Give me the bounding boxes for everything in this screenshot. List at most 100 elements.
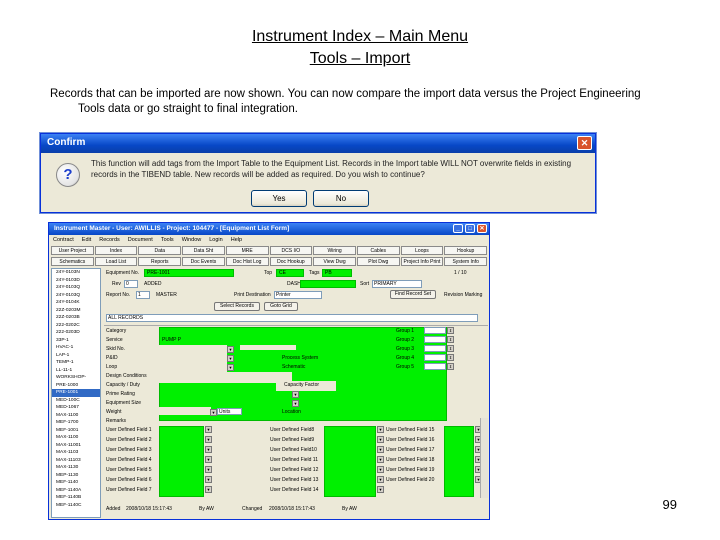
equipment-list-item[interactable]: MEF-1140C — [52, 502, 100, 510]
chevron-down-icon[interactable]: ▼ — [292, 391, 299, 398]
chevron-down-icon[interactable]: ▼ — [377, 466, 384, 473]
revision-marking-label[interactable]: Revision Marking — [444, 292, 482, 298]
equipment-list-item[interactable]: LAP-1 — [52, 352, 100, 360]
equipment-list-item[interactable]: MAX-1100 — [52, 434, 100, 442]
equipment-list-item[interactable]: WORKSHOP- — [52, 374, 100, 382]
chevron-down-icon[interactable]: ▼ — [205, 426, 212, 433]
toolbar-button[interactable]: Index — [94, 246, 138, 255]
equipment-no-field[interactable]: PRE-1001 — [144, 269, 234, 277]
toolbar-button[interactable]: Loops — [400, 246, 444, 255]
find-record-set-button[interactable]: Find Record Set — [390, 290, 436, 299]
spinner-icon[interactable]: ⇕ — [447, 345, 454, 352]
chevron-down-icon[interactable]: ▼ — [377, 456, 384, 463]
equipment-list-item[interactable]: MEP-1130 — [52, 472, 100, 480]
equipment-list-item[interactable]: MEF-1140 — [52, 479, 100, 487]
group-2-field[interactable] — [424, 336, 446, 343]
equipment-list-item[interactable]: 33P-1 — [52, 337, 100, 345]
chevron-down-icon[interactable]: ▼ — [205, 446, 212, 453]
toolbar-button[interactable]: Schematics — [51, 257, 94, 266]
chevron-down-icon[interactable]: ▼ — [210, 409, 217, 416]
toolbar-button[interactable]: Reports — [138, 257, 182, 266]
equipment-list-item[interactable]: 24Y-0103D — [52, 277, 100, 285]
equipment-list-item[interactable]: 22Z-0203B — [52, 314, 100, 322]
equipment-list-item[interactable]: TEMP-1 — [52, 359, 100, 367]
equipment-list-item[interactable]: MEF-1001 — [52, 427, 100, 435]
menu-item[interactable]: Records — [99, 237, 119, 243]
equipment-list-item[interactable]: MEF-1700 — [52, 419, 100, 427]
equipment-list-item[interactable]: MAX-11001 — [52, 442, 100, 450]
chevron-down-icon[interactable]: ▼ — [205, 456, 212, 463]
equipment-list-item[interactable]: MAX-11103 — [52, 457, 100, 465]
toolbar-button[interactable]: Data Sht — [182, 246, 225, 255]
spinner-icon[interactable]: ⇕ — [447, 354, 454, 361]
chevron-down-icon[interactable]: ▼ — [205, 486, 212, 493]
chevron-down-icon[interactable]: ▼ — [377, 476, 384, 483]
record-set-field[interactable]: ALL RECORDS — [106, 314, 478, 322]
chevron-down-icon[interactable]: ▼ — [205, 476, 212, 483]
chevron-down-icon[interactable]: ▼ — [227, 346, 234, 353]
toolbar-button[interactable]: Hookup — [444, 246, 488, 255]
no-button[interactable]: No — [313, 190, 369, 207]
equipment-list-item[interactable]: 24Y-0103N — [52, 269, 100, 277]
toolbar-button[interactable]: View Dwg — [313, 257, 356, 266]
maximize-icon[interactable]: □ — [465, 224, 475, 233]
rev-field[interactable]: 0 — [124, 280, 138, 288]
toolbar-button[interactable]: User Project — [51, 246, 94, 255]
equipment-list-item[interactable]: HVAC-1 — [52, 344, 100, 352]
form-scrollbar[interactable] — [480, 418, 488, 498]
chevron-down-icon[interactable]: ▼ — [227, 364, 234, 371]
equipment-list-item[interactable]: MEF-1140A — [52, 487, 100, 495]
toolbar-button[interactable]: Plot Dwg — [356, 257, 400, 266]
dash-field[interactable] — [300, 280, 356, 288]
menu-item[interactable]: Window — [182, 237, 202, 243]
udf-col1-values[interactable] — [159, 426, 204, 497]
toolbar-button[interactable]: Load List — [94, 257, 138, 266]
group-3-field[interactable] — [424, 345, 446, 352]
chevron-down-icon[interactable]: ▼ — [292, 400, 299, 407]
chevron-down-icon[interactable]: ▼ — [205, 466, 212, 473]
equipment-list-item[interactable]: 22Z-0203M — [52, 307, 100, 315]
toolbar-button[interactable]: Data — [138, 246, 182, 255]
select-records-button[interactable]: Select Records — [214, 302, 260, 311]
close-icon[interactable]: ✕ — [477, 224, 487, 233]
equipment-list-item[interactable]: PRE-1001 — [52, 389, 100, 397]
equipment-list-item[interactable]: 222-0202C — [52, 322, 100, 330]
yes-button[interactable]: Yes — [251, 190, 307, 207]
group-5-field[interactable] — [424, 363, 446, 370]
equipment-list-item[interactable]: MED-100C — [52, 397, 100, 405]
udf-col3-values[interactable] — [444, 426, 474, 497]
spinner-icon[interactable]: ⇕ — [447, 363, 454, 370]
spinner-icon[interactable]: ⇕ — [447, 336, 454, 343]
spinner-icon[interactable]: ⇕ — [447, 327, 454, 334]
toolbar-button[interactable]: DCS I/O — [269, 246, 313, 255]
equipment-list-item[interactable]: 24Y-0103Q — [52, 292, 100, 300]
udf-col2-values[interactable] — [324, 426, 376, 497]
menu-item[interactable]: Tools — [161, 237, 174, 243]
equipment-list-item[interactable]: 24Y-0103Q — [52, 284, 100, 292]
equipment-list-item[interactable]: MAX-1100 — [52, 412, 100, 420]
group-4-field[interactable] — [424, 354, 446, 361]
chevron-down-icon[interactable]: ▼ — [227, 355, 234, 362]
equipment-list-item[interactable]: MED-1067 — [52, 404, 100, 412]
equipment-list-item[interactable]: MEF-1140B — [52, 494, 100, 502]
close-icon[interactable]: ✕ — [577, 136, 592, 150]
equipment-list-item[interactable]: PRE-1000 — [52, 382, 100, 390]
equipment-list-item[interactable]: MAX-1103 — [52, 449, 100, 457]
menu-item[interactable]: Login — [209, 237, 222, 243]
toolbar-button[interactable]: Project Info Print — [400, 257, 444, 266]
toolbar-button[interactable]: MRE — [225, 246, 269, 255]
group-1-field[interactable] — [424, 327, 446, 334]
toolbar-button[interactable]: Wiring — [313, 246, 356, 255]
chevron-down-icon[interactable]: ▼ — [205, 436, 212, 443]
equipment-list-item[interactable]: 222-0203D — [52, 329, 100, 337]
equipment-list-item[interactable]: 24Y-0104K — [52, 299, 100, 307]
toolbar-button[interactable]: Doc Events — [182, 257, 225, 266]
sort-select[interactable]: PRIMARY — [372, 280, 422, 288]
minimize-icon[interactable]: _ — [453, 224, 463, 233]
chevron-down-icon[interactable]: ▼ — [377, 446, 384, 453]
toolbar-button[interactable]: System Info — [444, 257, 488, 266]
goto-grid-button[interactable]: Goto Grid — [264, 302, 298, 311]
print-destination-select[interactable]: Printer — [274, 291, 322, 299]
chevron-down-icon[interactable]: ▼ — [377, 436, 384, 443]
top-field[interactable]: CE — [276, 269, 304, 277]
